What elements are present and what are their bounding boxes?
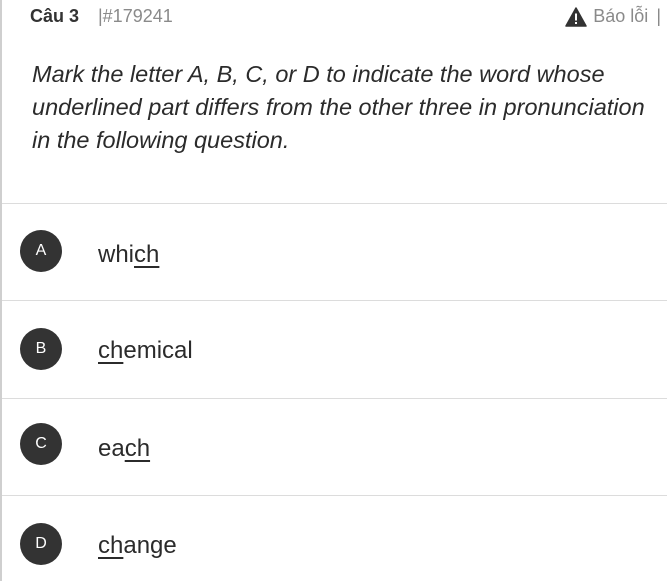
option-word: chemical xyxy=(98,337,193,365)
option-word-underlined: ch xyxy=(124,435,151,462)
option-letter-badge: D xyxy=(20,523,62,565)
option-d[interactable]: D change xyxy=(2,495,667,581)
report-separator: | xyxy=(656,6,661,26)
question-card: Câu 3 |#179241 Báo lỗi | Mark the letter… xyxy=(0,0,667,581)
question-id: |#179241 xyxy=(98,6,173,26)
option-word-underlined: ch xyxy=(134,241,160,268)
option-letter-badge: C xyxy=(20,423,62,465)
option-word-suffix: emical xyxy=(123,337,193,364)
option-word-suffix: ange xyxy=(123,532,177,559)
option-word: which xyxy=(98,241,159,269)
option-word-prefix: whi xyxy=(98,241,135,268)
report-error-label: Báo lỗi xyxy=(593,6,649,26)
question-number: Câu 3 xyxy=(30,6,80,26)
question-header: Câu 3 |#179241 Báo lỗi | xyxy=(2,0,667,34)
option-word-underlined: ch xyxy=(98,337,124,364)
option-word: each xyxy=(98,435,150,463)
option-word-prefix: ea xyxy=(98,435,125,462)
option-letter-badge: B xyxy=(20,328,62,370)
question-text: Mark the letter A, B, C, or D to indicat… xyxy=(32,61,645,153)
option-b[interactable]: B chemical xyxy=(2,300,667,396)
warning-icon xyxy=(565,6,588,27)
option-word: change xyxy=(98,532,177,560)
option-letter-badge: A xyxy=(20,230,62,272)
option-word-underlined: ch xyxy=(98,532,124,559)
option-c[interactable]: C each xyxy=(2,398,667,494)
option-a[interactable]: A which xyxy=(2,203,667,299)
report-error-button[interactable]: Báo lỗi | xyxy=(565,6,661,27)
